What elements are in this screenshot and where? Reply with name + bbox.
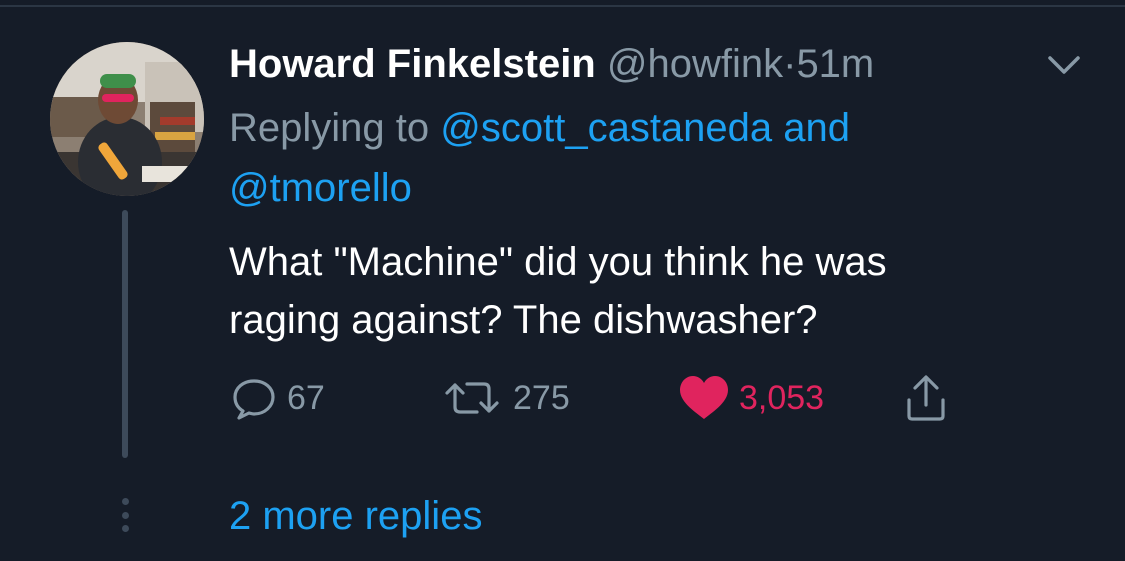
mention-link[interactable]: @scott_castaneda: [440, 106, 772, 150]
more-replies-dots-icon: [119, 498, 131, 532]
tweet-timestamp[interactable]: 51m: [796, 42, 874, 86]
heart-icon: [680, 376, 728, 419]
retweet-icon: [445, 382, 499, 414]
thread-line: [122, 210, 128, 458]
more-replies-link[interactable]: 2 more replies: [229, 488, 482, 544]
share-button[interactable]: [901, 370, 951, 426]
reply-count: 67: [287, 378, 325, 417]
replying-to-label: Replying to: [229, 106, 430, 150]
author-handle[interactable]: @howfink: [607, 42, 783, 86]
tweet-actions: 67 275 3,053: [229, 370, 989, 426]
mention-conjunction[interactable]: and: [783, 106, 850, 150]
author-name[interactable]: Howard Finkelstein: [229, 42, 596, 86]
avatar-photo: [50, 42, 204, 196]
tweet-body: What "Machine" did you think he was ragi…: [229, 233, 1089, 349]
top-divider: [0, 5, 1125, 7]
retweet-count: 275: [513, 378, 570, 417]
avatar[interactable]: [50, 42, 204, 196]
reply-context: Replying to @scott_castaneda and @tmorel…: [229, 98, 1089, 218]
like-count: 3,053: [739, 378, 825, 417]
mention-link[interactable]: @tmorello: [229, 166, 412, 210]
tweet-text-line: What "Machine" did you think he was: [229, 240, 887, 284]
chevron-down-icon[interactable]: [1042, 50, 1086, 80]
tweet-page: Howard Finkelstein @howfink·51m Replying…: [0, 0, 1125, 561]
header-separator: ·: [783, 42, 797, 86]
retweet-button[interactable]: 275: [439, 370, 570, 426]
tweet-header: Howard Finkelstein @howfink·51m: [229, 38, 874, 90]
like-button[interactable]: 3,053: [677, 370, 824, 426]
share-icon: [907, 375, 945, 421]
reply-button[interactable]: 67: [229, 370, 325, 426]
tweet-text-line: raging against? The dishwasher?: [229, 298, 818, 342]
speech-bubble-icon: [233, 379, 275, 420]
